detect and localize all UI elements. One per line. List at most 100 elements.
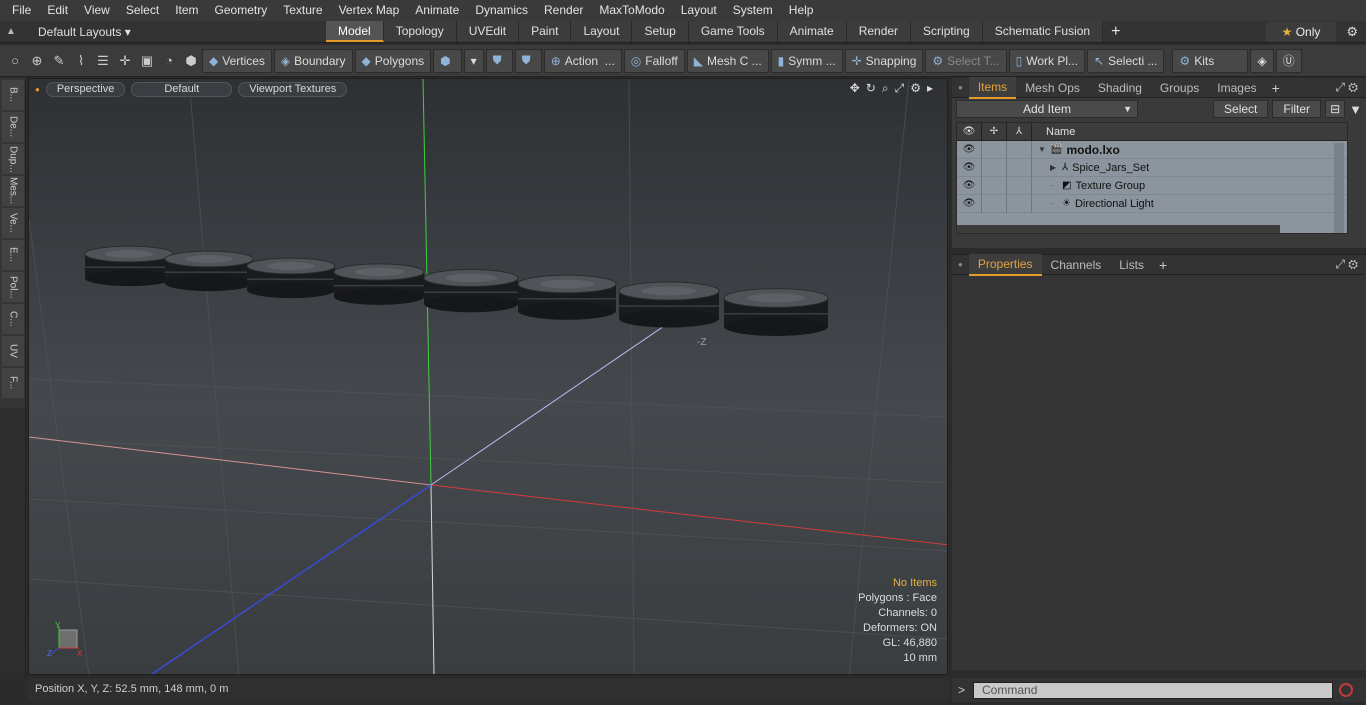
spice-jar[interactable] xyxy=(164,250,254,292)
name-column-header[interactable]: Name xyxy=(1032,123,1075,140)
select-button[interactable]: Select xyxy=(1213,100,1269,118)
lock-header-icon[interactable]: ✢ xyxy=(982,123,1007,140)
tab-topology[interactable]: Topology xyxy=(383,21,457,42)
falloff-button[interactable]: ◎ Falloff xyxy=(623,48,685,73)
add-tab-icon[interactable]: + xyxy=(1266,80,1286,96)
left-tab-9[interactable]: F... xyxy=(2,368,24,398)
panel-options-icon[interactable]: ⤢ ⚙ xyxy=(1335,257,1366,272)
spice-jar[interactable] xyxy=(517,274,617,320)
tree-row-cell[interactable] xyxy=(982,158,1007,177)
left-tab-4[interactable]: Ve... xyxy=(2,208,24,238)
tree-row[interactable]: 👁 ▶ ⅄ Spice_Jars_Set xyxy=(957,158,1347,177)
expand-arrow-icon[interactable]: ▶ xyxy=(1050,163,1062,172)
center-icon[interactable]: ✛ xyxy=(114,49,136,73)
visibility-eye-icon[interactable]: 👁 xyxy=(957,158,982,177)
menu-dynamics[interactable]: Dynamics xyxy=(467,0,536,21)
tab-schematic-fusion[interactable]: Schematic Fusion xyxy=(982,21,1104,42)
menu-view[interactable]: View xyxy=(76,0,118,21)
shield-button-1[interactable]: ⛊ xyxy=(485,48,513,73)
add-tab-icon[interactable]: + xyxy=(1103,21,1128,43)
zoom-icon[interactable]: ⌕ xyxy=(882,81,889,96)
tree-row[interactable]: 👁 · ☀ Directional Light xyxy=(957,194,1347,213)
spice-jar[interactable] xyxy=(333,263,425,305)
vertices-button[interactable]: ◆ Vertices xyxy=(202,48,272,73)
tab-animate[interactable]: Animate xyxy=(777,21,847,42)
mesh-constraint-button[interactable]: ◣ Mesh C ... xyxy=(686,48,769,73)
tab-layout[interactable]: Layout xyxy=(571,21,633,42)
menu-layout[interactable]: Layout xyxy=(673,0,725,21)
panel-options-icon[interactable]: ⤢ ⚙ xyxy=(1335,80,1366,95)
unreal-button[interactable]: Ⓤ xyxy=(1275,48,1302,73)
spice-jar[interactable] xyxy=(618,281,720,328)
tab-properties[interactable]: Properties xyxy=(968,253,1042,276)
align-icon[interactable]: ☰ xyxy=(92,49,114,73)
tree-row-cell[interactable] xyxy=(982,176,1007,195)
only-button[interactable]: ★ Only xyxy=(1266,22,1336,42)
tab-render[interactable]: Render xyxy=(846,21,912,42)
tree-row-cell[interactable] xyxy=(1007,140,1032,159)
tree-row[interactable]: 👁 ▼ 🎬 modo.lxo xyxy=(957,140,1347,159)
left-tab-5[interactable]: E... xyxy=(2,240,24,270)
settings-icon[interactable]: ⚙ xyxy=(910,81,921,96)
menu-edit[interactable]: Edit xyxy=(39,0,76,21)
expand-arrow-icon[interactable]: ▼ xyxy=(1038,145,1050,154)
polygons-button[interactable]: ◆ Polygons xyxy=(354,48,432,73)
menu-animate[interactable]: Animate xyxy=(407,0,467,21)
menu-vertex-map[interactable]: Vertex Map xyxy=(331,0,408,21)
tab-scripting[interactable]: Scripting xyxy=(911,21,983,42)
pen-icon[interactable]: ✎ xyxy=(48,49,70,73)
spice-jar[interactable] xyxy=(423,269,519,313)
spice-jar[interactable] xyxy=(246,257,336,299)
shading-button[interactable]: Default xyxy=(131,81,233,97)
arrow-up-icon[interactable]: ▲ xyxy=(0,21,22,43)
tree-horizontal-scrollbar[interactable] xyxy=(957,225,1280,233)
rotate-icon[interactable]: ↻ xyxy=(866,81,876,96)
panel-menu-dot-icon[interactable]: ● xyxy=(952,260,969,269)
viewport-menu-dot-icon[interactable]: ● xyxy=(35,85,40,94)
type-header-icon[interactable]: ⅄ xyxy=(1007,123,1032,140)
command-input[interactable]: Command xyxy=(973,681,1334,699)
maximize-icon[interactable]: ⤢ xyxy=(895,81,905,96)
boundary-button[interactable]: ◈ Boundary xyxy=(273,48,353,73)
tab-items[interactable]: Items xyxy=(968,76,1017,99)
view-mode-button[interactable]: Perspective xyxy=(45,81,126,97)
record-icon[interactable] xyxy=(1339,683,1354,697)
left-tab-3[interactable]: Mes... xyxy=(2,176,24,206)
tab-model[interactable]: Model xyxy=(326,21,384,42)
tab-lists[interactable]: Lists xyxy=(1110,255,1153,275)
visibility-eye-icon[interactable]: 👁 xyxy=(957,194,982,213)
selection-sets-button[interactable]: ↖ Selecti ... xyxy=(1087,48,1165,73)
tab-images[interactable]: Images xyxy=(1208,78,1265,98)
select-through-button[interactable]: ⚙ Select T... xyxy=(925,48,1007,73)
menu-item[interactable]: Item xyxy=(167,0,206,21)
mode-dropdown[interactable]: ▾ xyxy=(463,48,484,73)
left-tab-2[interactable]: Dup... xyxy=(2,144,24,174)
menu-maxtomodo[interactable]: MaxToModo xyxy=(591,0,672,21)
tree-row-cell[interactable] xyxy=(1007,176,1032,195)
left-tab-6[interactable]: Pol... xyxy=(2,272,24,302)
visibility-eye-icon[interactable]: 👁 xyxy=(957,140,982,159)
menu-render[interactable]: Render xyxy=(536,0,591,21)
clock-icon[interactable]: ◔ xyxy=(158,49,180,73)
menu-help[interactable]: Help xyxy=(781,0,822,21)
menu-system[interactable]: System xyxy=(725,0,781,21)
tab-uvedit[interactable]: UVEdit xyxy=(456,21,520,42)
kits-button[interactable]: ⚙ Kits xyxy=(1172,48,1249,73)
filter-button[interactable]: Filter xyxy=(1272,100,1322,118)
tree-row-cell[interactable] xyxy=(982,194,1007,213)
3d-viewport[interactable]: -Z ● Perspective Default Viewport Textur… xyxy=(28,78,948,675)
play-arrow-icon[interactable]: ▸ xyxy=(927,81,933,96)
tree-row[interactable]: 👁 · ◩ Texture Group xyxy=(957,176,1347,195)
collapse-icon[interactable]: ⊟ xyxy=(1325,100,1346,118)
unity-button[interactable]: ◈ xyxy=(1250,48,1274,73)
action-button[interactable]: ⊕ Action ... xyxy=(543,48,622,73)
left-tab-1[interactable]: De... xyxy=(2,112,24,142)
tree-row-cell[interactable] xyxy=(1007,194,1032,213)
menu-geometry[interactable]: Geometry xyxy=(207,0,276,21)
circle-select-icon[interactable]: ○ xyxy=(4,49,26,73)
layouts-dropdown[interactable]: Default Layouts ▾ xyxy=(22,25,132,39)
funnel-icon[interactable]: ▼ xyxy=(1349,102,1362,117)
left-tab-8[interactable]: UV xyxy=(2,336,24,366)
tree-vertical-scrollbar[interactable] xyxy=(1334,143,1344,233)
panel-menu-dot-icon[interactable]: ● xyxy=(952,83,969,92)
